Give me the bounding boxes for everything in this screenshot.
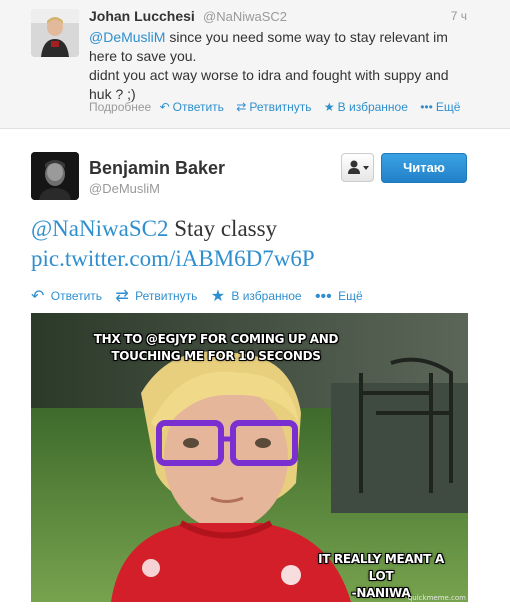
reply-button-label: Ответить — [50, 289, 103, 303]
star-icon: ★ — [323, 100, 335, 114]
reply-text-line-2: here to save you. — [89, 48, 197, 64]
reply-icon: ↶ — [159, 100, 170, 114]
reply-actions: Подробнее ↶ Ответить ⇄ Ретвитнуть ★ В избра… — [89, 100, 469, 114]
retweet-button[interactable]: ⇄ Ретвитнуть — [236, 100, 311, 114]
reply-button-label: Ответить — [172, 100, 224, 114]
reply-mention-link[interactable]: @DeMusliM — [89, 29, 165, 45]
follow-button[interactable]: Читаю — [381, 153, 467, 183]
favorite-button[interactable]: ★ В избранное — [324, 100, 408, 114]
meme-caption-top-line-2: TOUCHING ME FOR 10 SECONDS — [111, 349, 321, 363]
reply-text: @DeMusliM since you need some way to sta… — [89, 28, 479, 104]
star-icon: ★ — [210, 288, 226, 305]
tweet-actions: ↶ Ответить ⇄ Ретвитнуть ★ В избранное ••… — [31, 286, 373, 306]
tweet-body-text: Stay classy — [168, 216, 278, 241]
retweet-button[interactable]: ⇄ Ретвитнуть — [115, 286, 197, 306]
favorite-button[interactable]: ★ В избранное — [211, 286, 302, 306]
main-avatar[interactable] — [31, 152, 79, 200]
retweet-icon: ⇄ — [236, 100, 247, 114]
meme-caption-bottom-line-1: IT REALLY MEANT A LOT — [318, 552, 444, 583]
main-author-handle[interactable]: @DeMusliM — [89, 181, 160, 196]
reply-text-line-3: didnt you act way worse to idra and foug… — [89, 67, 449, 83]
more-button-label: Ещё — [435, 100, 461, 114]
reply-author-handle[interactable]: @NaNiwaSC2 — [203, 9, 287, 24]
reply-text-part: since you need some way to stay relevant… — [165, 29, 448, 45]
reply-author-name[interactable]: Johan Lucchesi — [89, 8, 195, 24]
reply-button[interactable]: ↶ Ответить — [31, 286, 102, 306]
more-dots-icon: ••• — [314, 288, 332, 305]
retweet-button-label: Ретвитнуть — [249, 100, 312, 114]
tweet-media-image[interactable]: THX TO @EGJYP FOR COMING UP AND TOUCHING… — [31, 313, 468, 602]
user-actions-dropdown[interactable] — [341, 153, 374, 182]
reply-tweet: Johan Lucchesi @NaNiwaSC2 7 ч @DeMusliM … — [0, 0, 510, 129]
main-author-name[interactable]: Benjamin Baker — [89, 158, 225, 179]
reply-timestamp[interactable]: 7 ч — [451, 9, 467, 23]
reply-icon: ↶ — [31, 288, 45, 305]
meme-caption-top: THX TO @EGJYP FOR COMING UP AND TOUCHING… — [71, 331, 361, 365]
tweet-text: @NaNiwaSC2 Stay classy pic.twitter.com/i… — [31, 214, 481, 274]
reply-button[interactable]: ↶ Ответить — [160, 100, 224, 114]
more-dots-icon: ••• — [420, 100, 433, 114]
more-button[interactable]: ••• Ещё — [420, 100, 460, 114]
more-button-label: Ещё — [338, 289, 363, 303]
meme-caption-top-line-1: THX TO @EGJYP FOR COMING UP AND — [93, 332, 339, 346]
tweet-mention-link[interactable]: @NaNiwaSC2 — [31, 216, 168, 241]
more-button[interactable]: ••• Ещё — [315, 288, 363, 306]
caret-down-icon — [363, 166, 369, 170]
retweet-icon: ⇄ — [115, 288, 129, 305]
favorite-button-label: В избранное — [337, 100, 408, 114]
favorite-button-label: В избранное — [231, 289, 302, 303]
tweet-media-link[interactable]: pic.twitter.com/iABM6D7w6P — [31, 244, 481, 274]
reply-text-line-1: @DeMusliM since you need some way to sta… — [89, 28, 479, 47]
tweet-text-line-1: @NaNiwaSC2 Stay classy — [31, 214, 481, 244]
user-icon — [348, 160, 360, 174]
meme-watermark: quickmeme.com — [407, 594, 466, 602]
retweet-button-label: Ретвитнуть — [135, 289, 198, 303]
details-link[interactable]: Подробнее — [89, 100, 151, 114]
reply-avatar[interactable] — [31, 9, 79, 57]
